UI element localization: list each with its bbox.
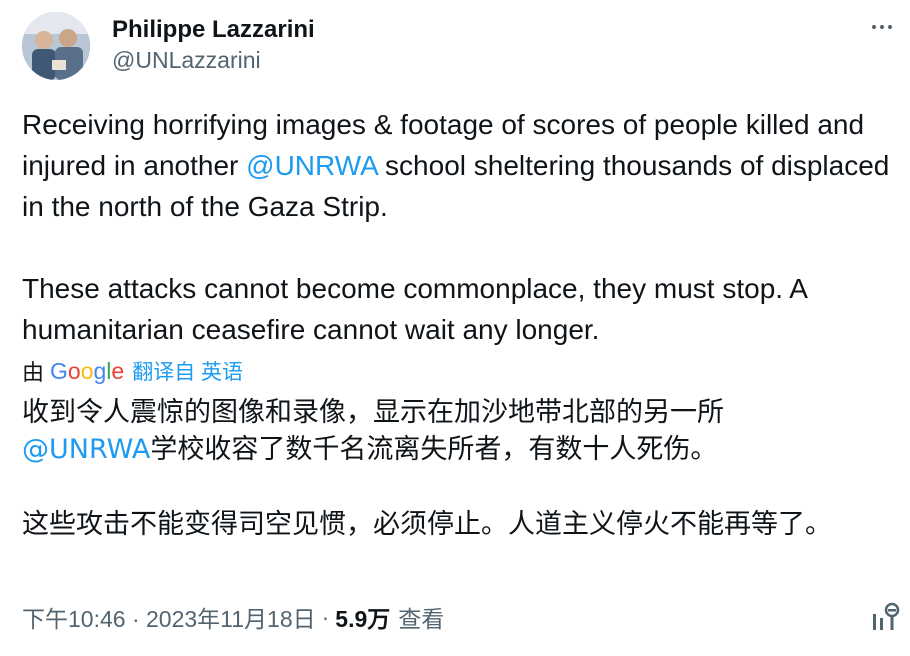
- avatar-photo: [22, 12, 90, 80]
- translated-line: 学校收容了数千名流离失所者，有数十人死伤。: [150, 434, 718, 465]
- translate-source-link[interactable]: 翻译自 英语: [132, 356, 243, 386]
- meta-separator: ·: [321, 603, 330, 630]
- tweet-meta: 下午10:46 · 2023年11月18日 · 5.9万 查看: [22, 600, 444, 634]
- translated-paragraph-1: 收到令人震惊的图像和录像，显示在加沙地带北部的另一所 @UNRWA学校收容了数千名…: [22, 394, 892, 468]
- google-logo: Google: [50, 357, 125, 384]
- tweet-text: Receiving horrifying images & footage of…: [22, 104, 902, 350]
- translated-mention-link[interactable]: @UNRWA: [22, 434, 150, 465]
- translation-attribution: 由 Google 翻译自 英语: [22, 355, 243, 387]
- analytics-icon[interactable]: [870, 600, 902, 634]
- translated-line: 收到令人震惊的图像和录像，显示在加沙地带北部的另一所: [22, 397, 724, 428]
- translated-text: 收到令人震惊的图像和录像，显示在加沙地带北部的另一所 @UNRWA学校收容了数千名…: [22, 394, 892, 543]
- more-dot: [872, 25, 876, 29]
- more-dot: [888, 25, 892, 29]
- tweet-header: Philippe Lazzarini @UNLazzarini: [22, 12, 910, 82]
- tweet-timestamp[interactable]: 下午10:46 · 2023年11月18日: [22, 600, 316, 634]
- translated-paragraph-2: 这些攻击不能变得司空见惯，必须停止。人道主义停火不能再等了。: [22, 509, 832, 540]
- translation-prefix: 由: [22, 360, 45, 385]
- more-icon[interactable]: [862, 12, 902, 42]
- more-dot: [880, 25, 884, 29]
- author-name[interactable]: Philippe Lazzarini: [112, 16, 315, 44]
- views-count: 5.9万: [335, 606, 391, 632]
- views-label: 查看: [398, 606, 445, 632]
- tweet-paragraph-1: Receiving horrifying images & footage of…: [22, 104, 902, 227]
- mention-link[interactable]: @UNRWA: [246, 150, 377, 181]
- tweet-paragraph-2: These attacks cannot become commonplace,…: [22, 273, 807, 345]
- author-handle[interactable]: @UNLazzarini: [112, 46, 261, 74]
- avatar[interactable]: [22, 12, 90, 80]
